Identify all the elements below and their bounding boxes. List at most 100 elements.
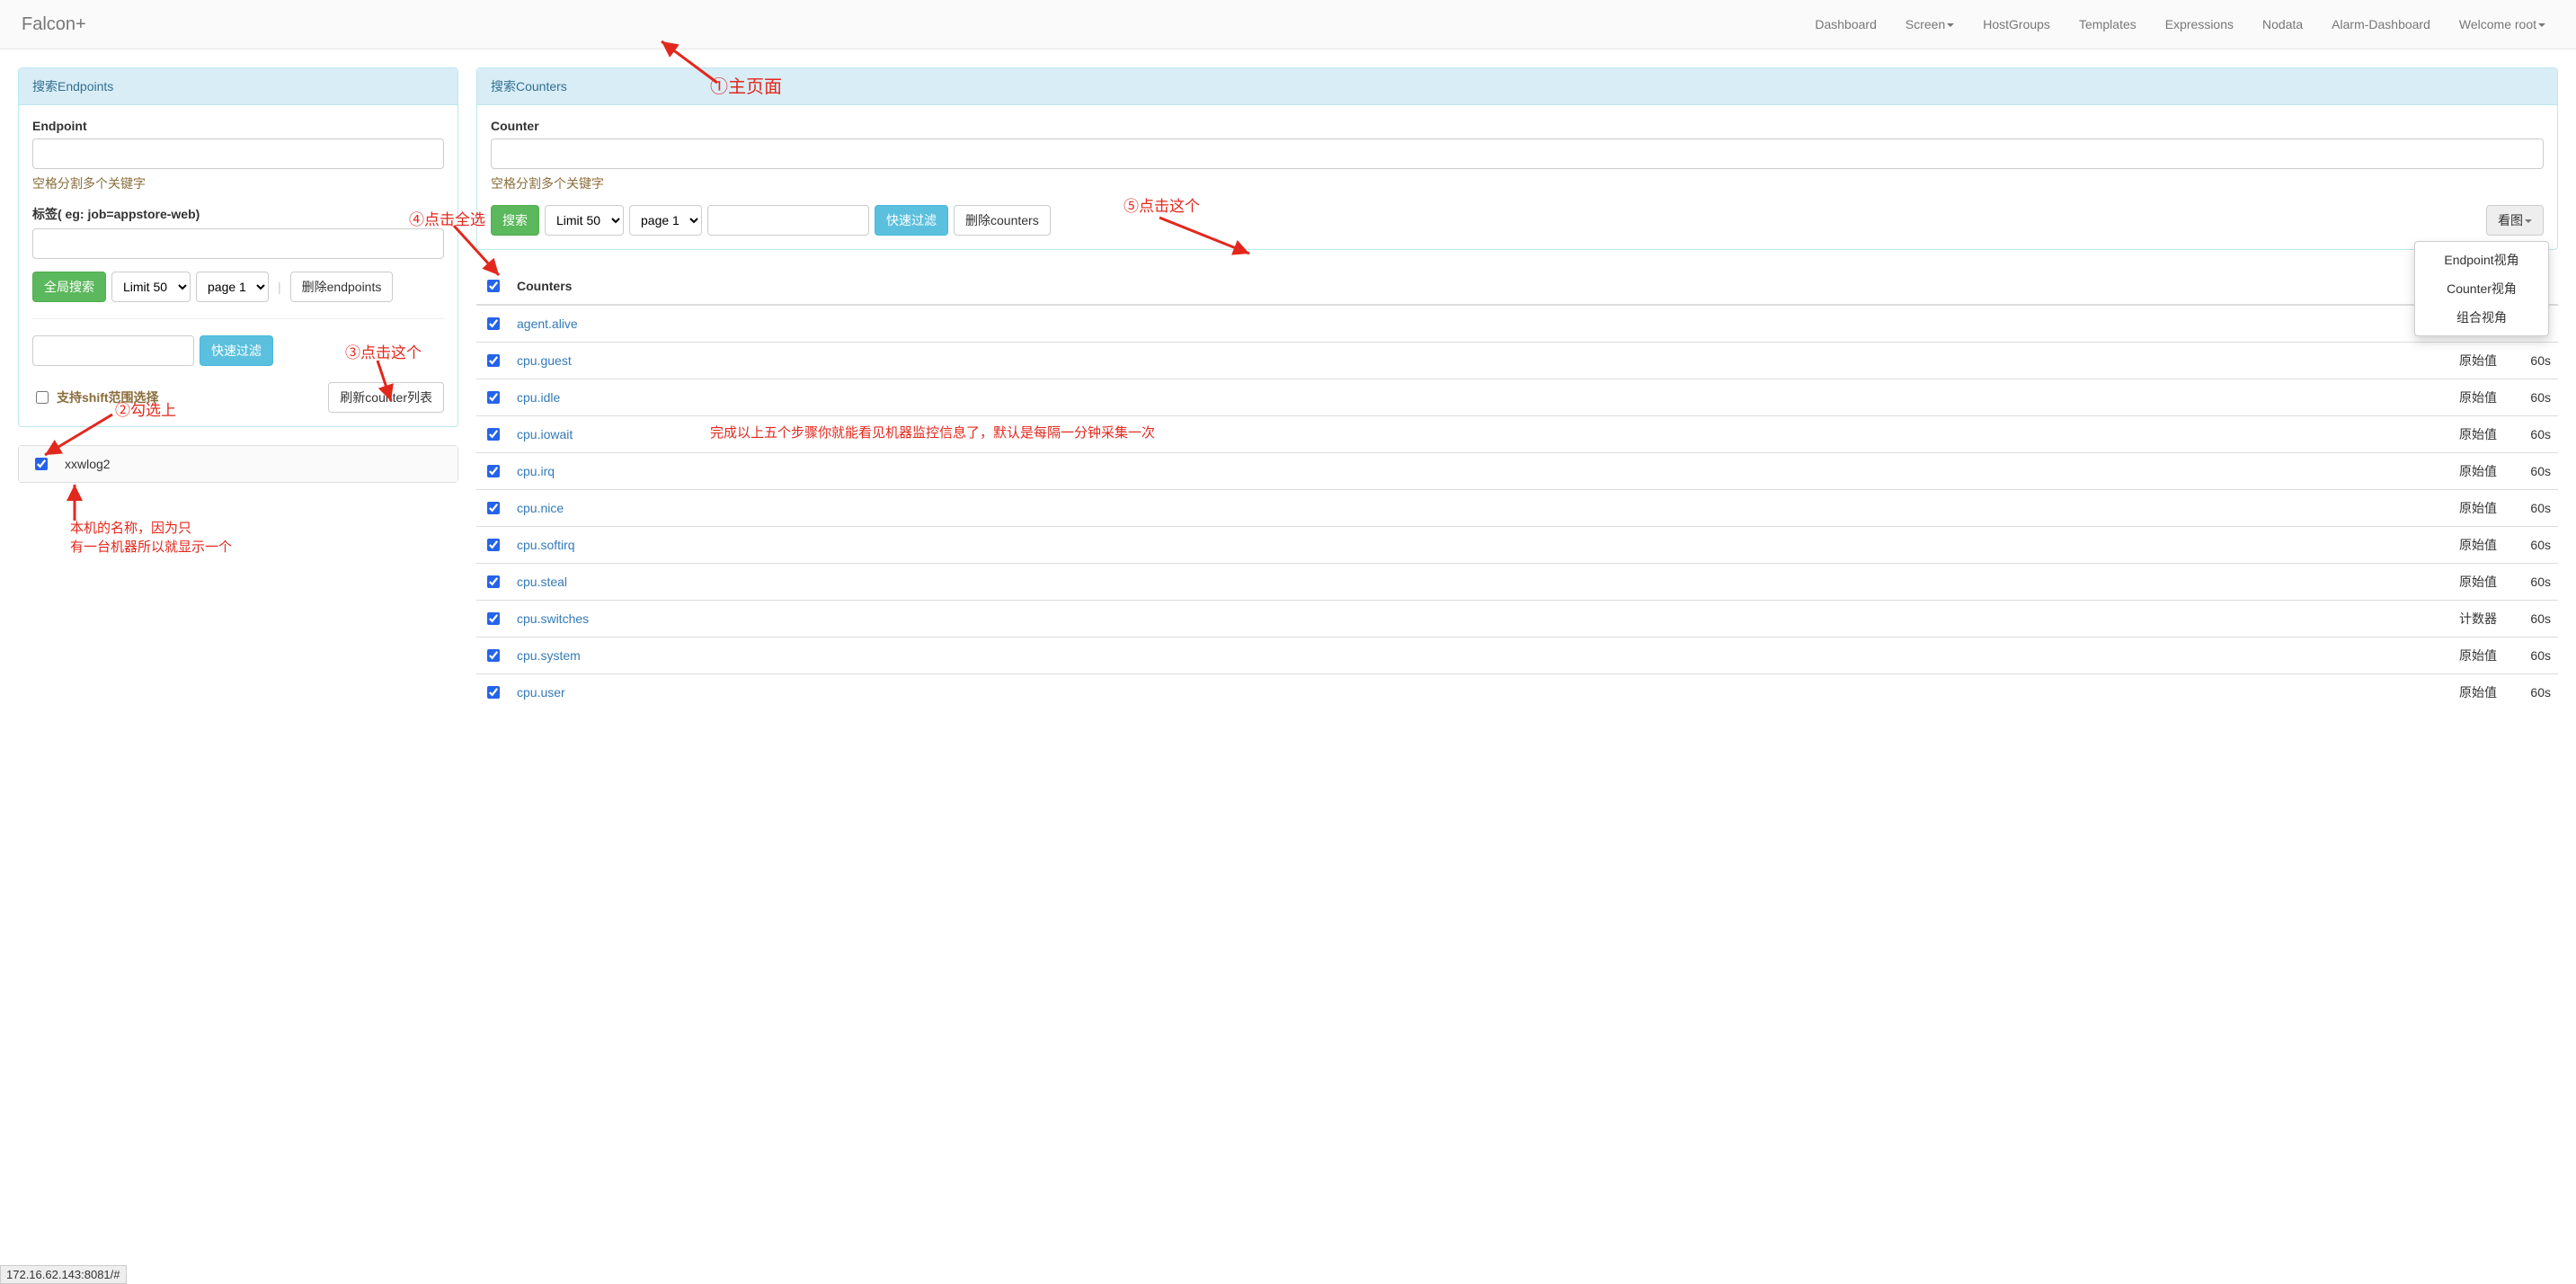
counter-type: 原始值: [1754, 453, 2504, 490]
counter-type: 原始值: [1754, 527, 2504, 564]
counter-type: 原始值: [1754, 416, 2504, 453]
counter-type: 原始值: [1754, 379, 2504, 416]
select-all-checkbox[interactable]: [487, 280, 500, 292]
shift-range-checkbox[interactable]: [36, 391, 49, 404]
nav-alarm[interactable]: Alarm-Dashboard: [2317, 1, 2445, 48]
table-row: cpu.softirq原始值60s: [476, 527, 2558, 564]
nav-screen[interactable]: Screen: [1891, 1, 1968, 48]
counter-help: 空格分割多个关键字: [491, 174, 2544, 192]
endpoint-label: Endpoint: [32, 119, 444, 133]
endpoint-input[interactable]: [32, 138, 444, 169]
row-checkbox[interactable]: [487, 575, 500, 588]
divider: [32, 318, 444, 319]
counter-link[interactable]: cpu.irq: [517, 464, 555, 478]
delete-counters-button[interactable]: 删除counters: [954, 205, 1051, 236]
counter-link[interactable]: cpu.switches: [517, 611, 589, 626]
row-checkbox[interactable]: [487, 502, 500, 514]
tag-input[interactable]: [32, 228, 444, 259]
counter-link[interactable]: cpu.iowait: [517, 427, 573, 441]
counter-fast-filter-button[interactable]: 快速过滤: [875, 205, 948, 236]
endpoint-name: xxwlog2: [65, 457, 111, 471]
counter-step: 60s: [2504, 343, 2558, 379]
row-checkbox[interactable]: [487, 428, 500, 441]
nav-templates[interactable]: Templates: [2065, 1, 2151, 48]
view-dropdown-menu: Endpoint视角 Counter视角 组合视角: [2414, 241, 2549, 336]
row-checkbox[interactable]: [487, 391, 500, 404]
counter-step: 60s: [2504, 379, 2558, 416]
caret-down-icon: [2525, 219, 2532, 223]
row-checkbox[interactable]: [487, 649, 500, 662]
refresh-counter-button[interactable]: 刷新counter列表: [328, 382, 444, 413]
view-chart-label: 看图: [2498, 213, 2523, 227]
endpoint-limit-select[interactable]: Limit 50: [111, 272, 191, 302]
counter-link[interactable]: cpu.user: [517, 685, 565, 700]
counter-link[interactable]: cpu.idle: [517, 390, 560, 405]
nav-hostgroups[interactable]: HostGroups: [1968, 1, 2065, 48]
table-row: cpu.idle 原始值60s: [476, 379, 2558, 416]
row-checkbox[interactable]: [487, 317, 500, 330]
table-row: cpu.iowait 原始值60s: [476, 416, 2558, 453]
counter-step: 60s: [2504, 638, 2558, 674]
endpoint-filter-input[interactable]: [32, 335, 194, 366]
caret-down-icon: [2538, 23, 2545, 27]
counter-link[interactable]: cpu.steal: [517, 575, 567, 589]
table-row: cpu.guest 原始值60s: [476, 343, 2558, 379]
counter-step: 60s: [2504, 674, 2558, 711]
row-checkbox[interactable]: [487, 539, 500, 551]
delete-endpoints-button[interactable]: 删除endpoints: [290, 272, 394, 302]
counter-type: 计数器: [1754, 601, 2504, 638]
counter-link[interactable]: agent.alive: [517, 317, 578, 331]
counter-link[interactable]: cpu.nice: [517, 501, 564, 515]
separator: |: [274, 280, 285, 294]
endpoint-checkbox[interactable]: [35, 458, 48, 470]
endpoint-fast-filter-button[interactable]: 快速过滤: [200, 335, 273, 366]
counter-filter-input[interactable]: [707, 205, 869, 236]
counter-search-button[interactable]: 搜索: [491, 205, 539, 236]
endpoints-panel: 搜索Endpoints Endpoint 空格分割多个关键字 标签( eg: j…: [18, 67, 458, 427]
brand: Falcon+: [16, 14, 92, 35]
view-counter-option[interactable]: Counter视角: [2415, 274, 2548, 303]
nav-screen-label: Screen: [1905, 17, 1945, 31]
row-checkbox[interactable]: [487, 686, 500, 699]
counter-type: 原始值: [1754, 343, 2504, 379]
nav-dashboard[interactable]: Dashboard: [1800, 1, 1891, 48]
counter-step: 60s: [2504, 453, 2558, 490]
global-search-button[interactable]: 全局搜索: [32, 272, 106, 302]
shift-range-label: 支持shift范围选择: [57, 388, 159, 406]
nav-nodata[interactable]: Nodata: [2248, 1, 2317, 48]
table-row: cpu.switches 计数器60s: [476, 601, 2558, 638]
table-row: agent.alive: [476, 305, 2558, 343]
caret-down-icon: [1947, 23, 1954, 27]
row-checkbox[interactable]: [487, 612, 500, 625]
counter-limit-select[interactable]: Limit 50: [545, 205, 624, 236]
counter-type: 原始值: [1754, 564, 2504, 601]
counter-type: 原始值: [1754, 490, 2504, 527]
endpoint-help: 空格分割多个关键字: [32, 174, 444, 192]
counter-type: [1754, 305, 2504, 343]
table-row: cpu.user 原始值60s: [476, 674, 2558, 711]
view-chart-button[interactable]: 看图: [2486, 205, 2544, 236]
counter-type: 原始值: [1754, 674, 2504, 711]
counter-page-select[interactable]: page 1: [629, 205, 702, 236]
status-bar: 172.16.62.143:8081/#: [0, 1265, 127, 1284]
endpoint-item[interactable]: xxwlog2: [19, 446, 457, 482]
view-combo-option[interactable]: 组合视角: [2415, 303, 2548, 332]
view-endpoint-option[interactable]: Endpoint视角: [2415, 245, 2548, 274]
row-checkbox[interactable]: [487, 354, 500, 367]
counter-link[interactable]: cpu.system: [517, 648, 581, 663]
counters-panel-title: 搜索Counters: [477, 68, 2557, 105]
table-row: cpu.steal原始值60s: [476, 564, 2558, 601]
counters-header: Counters: [510, 268, 1754, 305]
table-row: cpu.irq 原始值60s: [476, 453, 2558, 490]
endpoint-page-select[interactable]: page 1: [196, 272, 269, 302]
counter-step: 60s: [2504, 601, 2558, 638]
row-checkbox[interactable]: [487, 465, 500, 477]
counter-link[interactable]: cpu.guest: [517, 353, 572, 368]
counter-input[interactable]: [491, 138, 2544, 169]
top-navbar: Falcon+ Dashboard Screen HostGroups Temp…: [0, 0, 2576, 49]
nav-expressions[interactable]: Expressions: [2151, 1, 2248, 48]
table-row: cpu.nice原始值60s: [476, 490, 2558, 527]
counter-link[interactable]: cpu.softirq: [517, 538, 575, 552]
counter-step: 60s: [2504, 416, 2558, 453]
nav-welcome[interactable]: Welcome root: [2445, 1, 2560, 48]
